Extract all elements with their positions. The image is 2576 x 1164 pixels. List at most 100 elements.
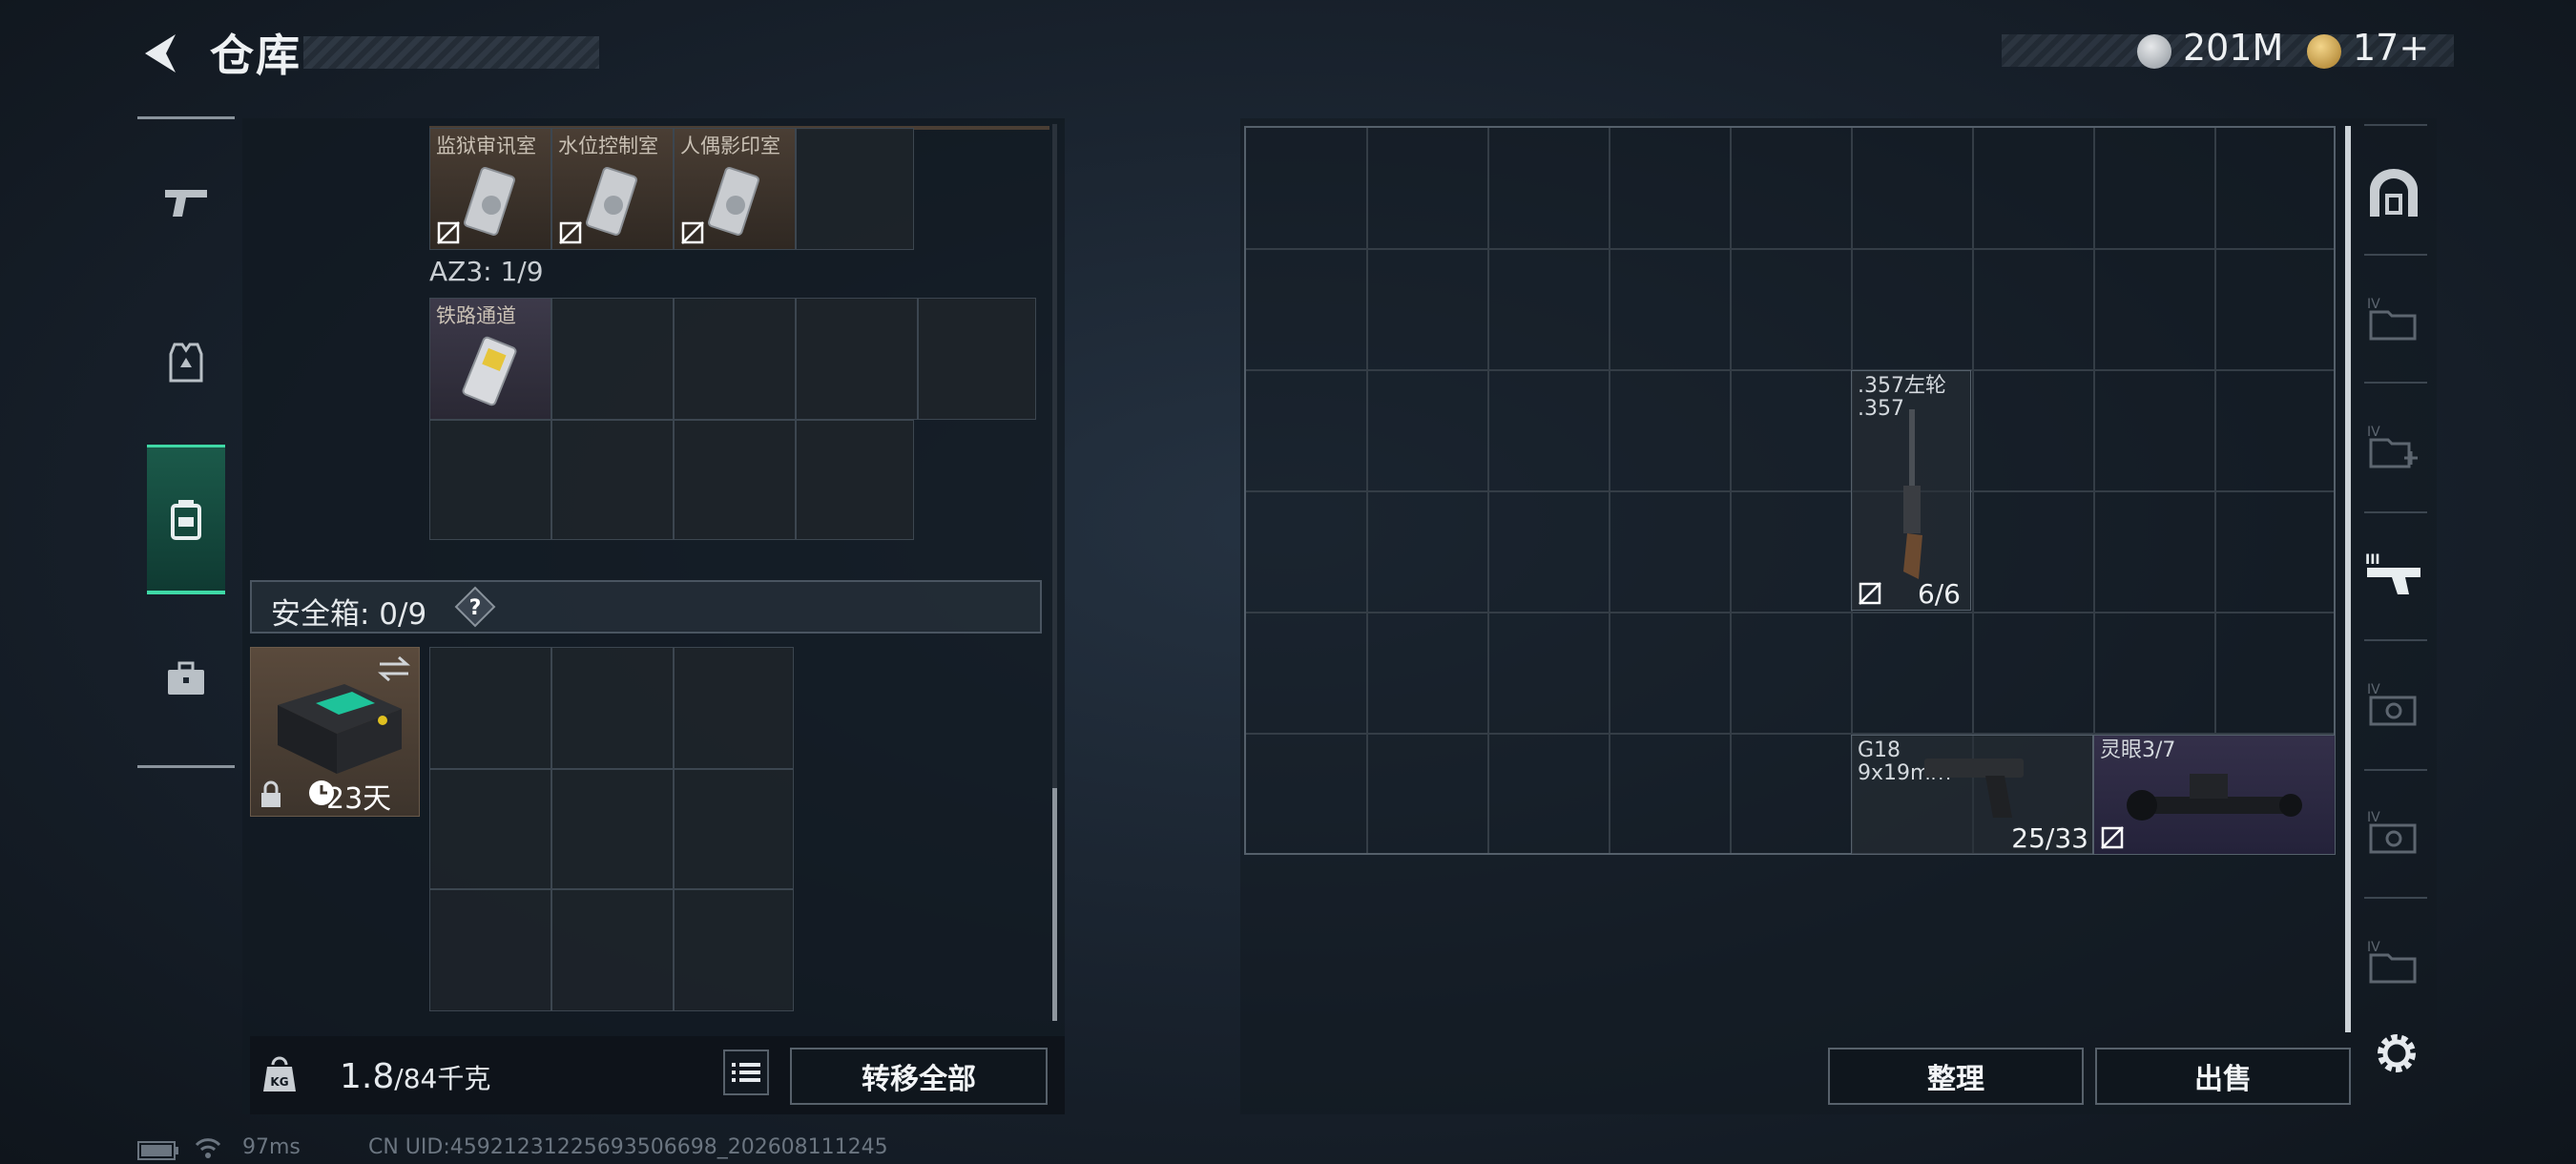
key-item-prison[interactable]: 监狱审讯室	[429, 128, 551, 250]
safe-slot[interactable]	[551, 889, 674, 1011]
page-title: 仓库	[210, 30, 301, 81]
lock-icon	[261, 780, 280, 807]
item-name: .357左轮	[1858, 374, 1946, 398]
safe-slot[interactable]	[429, 769, 551, 889]
sidebar-item-armor[interactable]	[147, 290, 225, 433]
grid-slot[interactable]	[674, 420, 796, 540]
az3-count-label: AZ3: 1/9	[429, 256, 544, 287]
backpack-scrollbar-thumb[interactable]	[1052, 788, 1057, 1021]
key-label: 人偶影印室	[680, 135, 780, 157]
backpack-icon	[171, 500, 201, 540]
key-item-railway[interactable]: 铁路通道	[429, 298, 551, 420]
stash-tab-divider	[2364, 254, 2427, 256]
svg-text:III: III	[2365, 552, 2380, 568]
battery-icon	[137, 1141, 178, 1160]
grid-slot[interactable]	[551, 420, 674, 540]
stash-tab-divider	[2364, 897, 2427, 899]
back-arrow-icon[interactable]	[134, 27, 187, 80]
stash-scrollbar[interactable]	[2345, 126, 2351, 1032]
safe-slot[interactable]	[551, 769, 674, 889]
grid-slot[interactable]	[796, 420, 914, 540]
safe-slot[interactable]	[674, 889, 794, 1011]
sidebar-bottom-line	[137, 765, 235, 768]
swap-icon[interactable]	[376, 655, 412, 683]
safe-slot[interactable]	[429, 647, 551, 769]
vault-door-icon	[2370, 169, 2418, 217]
briefcase-icon	[168, 661, 204, 695]
safe-slot[interactable]	[429, 889, 551, 1011]
item-ammo: 6/6	[1917, 578, 1961, 610]
item-revolver[interactable]: .357左轮 .357 6/6	[1851, 370, 1971, 611]
key-folder-icon: IV	[2367, 682, 2417, 726]
sidebar-item-weapons[interactable]	[147, 132, 225, 275]
wifi-icon	[195, 1138, 221, 1158]
stash-tab-keys-2[interactable]: IV	[2360, 784, 2427, 880]
svg-text:IV: IV	[2367, 682, 2380, 697]
item-glock[interactable]: G18 9x19mm 25/33	[1851, 735, 2093, 855]
grid-slot[interactable]	[674, 298, 796, 420]
key-item-doll[interactable]: 人偶影印室	[674, 128, 796, 250]
key-label: 铁路通道	[436, 304, 516, 327]
list-view-button[interactable]	[723, 1050, 769, 1095]
stash-tab-divider	[2364, 124, 2427, 126]
svg-text:?: ?	[469, 596, 482, 620]
revolver-image	[1903, 409, 1922, 579]
no-insure-icon	[437, 221, 460, 244]
stash-tab-medical[interactable]: IV	[2360, 399, 2427, 494]
grid-slot[interactable]	[918, 298, 1036, 420]
key-item-water[interactable]: 水位控制室	[551, 128, 674, 250]
safe-slot[interactable]	[674, 769, 794, 889]
safe-slot[interactable]	[674, 647, 794, 769]
list-icon	[732, 1063, 760, 1082]
medkit-folder-icon: IV	[2367, 425, 2418, 468]
svg-text:IV: IV	[2367, 425, 2380, 440]
safe-slot[interactable]	[551, 647, 674, 769]
stash-tab-4[interactable]: IV	[2360, 271, 2427, 366]
svg-text:IV: IV	[2367, 297, 2380, 312]
svg-text:IV: IV	[2367, 810, 2380, 825]
svg-text:KG: KG	[270, 1075, 288, 1089]
folder-icon: IV	[2367, 297, 2417, 341]
weight-current: 1.8	[340, 1057, 395, 1096]
sidebar-top-line	[137, 116, 235, 119]
sidebar-item-toolbox[interactable]	[147, 607, 225, 750]
item-scope[interactable]: 灵眼3/7	[2093, 735, 2336, 855]
ping-text: 97ms	[242, 1135, 301, 1159]
currency-silver[interactable]: 201M	[2183, 27, 2283, 69]
stash-tab-home[interactable]	[2360, 145, 2427, 240]
help-icon[interactable]: ?	[454, 586, 496, 628]
sort-button[interactable]: 整理	[1828, 1048, 2084, 1105]
no-insure-icon	[681, 221, 704, 244]
grid-slot[interactable]	[796, 298, 918, 420]
pistol-icon	[165, 190, 207, 217]
safe-box-label: 安全箱: 0/9	[271, 597, 427, 632]
keycard-icon	[586, 167, 637, 236]
item-name: G18	[1858, 738, 1901, 762]
keycard-icon	[462, 336, 517, 406]
key-label: 水位控制室	[558, 135, 658, 157]
stash-tab-misc[interactable]: IV	[2360, 914, 2427, 1009]
armor-vest-icon	[169, 343, 203, 383]
grid-slot[interactable]	[429, 420, 551, 540]
secure-case-icon	[278, 684, 402, 774]
weight-max: /84千克	[394, 1063, 491, 1094]
no-insure-icon	[1859, 582, 1881, 605]
stash-tab-divider	[2364, 382, 2427, 384]
key-folder-icon: IV	[2367, 810, 2417, 854]
folder-icon: IV	[2367, 940, 2417, 984]
stash-tab-divider	[2364, 769, 2427, 771]
sidebar-item-backpack[interactable]	[147, 445, 225, 594]
transfer-all-button[interactable]: 转移全部	[790, 1048, 1048, 1105]
currency-gold[interactable]: 17+	[2353, 27, 2429, 69]
case-days-remaining: 23天	[326, 782, 392, 816]
weight-icon: KG	[263, 1056, 296, 1091]
stash-tab-keys[interactable]: IV	[2360, 656, 2427, 752]
key-slot-empty[interactable]	[796, 128, 914, 250]
scope-image	[2127, 774, 2302, 821]
key-label: 监狱审讯室	[436, 135, 536, 157]
stash-tab-weapons[interactable]: III	[2360, 527, 2427, 622]
sell-button[interactable]: 出售	[2095, 1048, 2351, 1105]
grid-slot[interactable]	[551, 298, 674, 420]
gear-icon[interactable]	[2372, 1029, 2421, 1078]
stash-tab-divider	[2364, 511, 2427, 513]
